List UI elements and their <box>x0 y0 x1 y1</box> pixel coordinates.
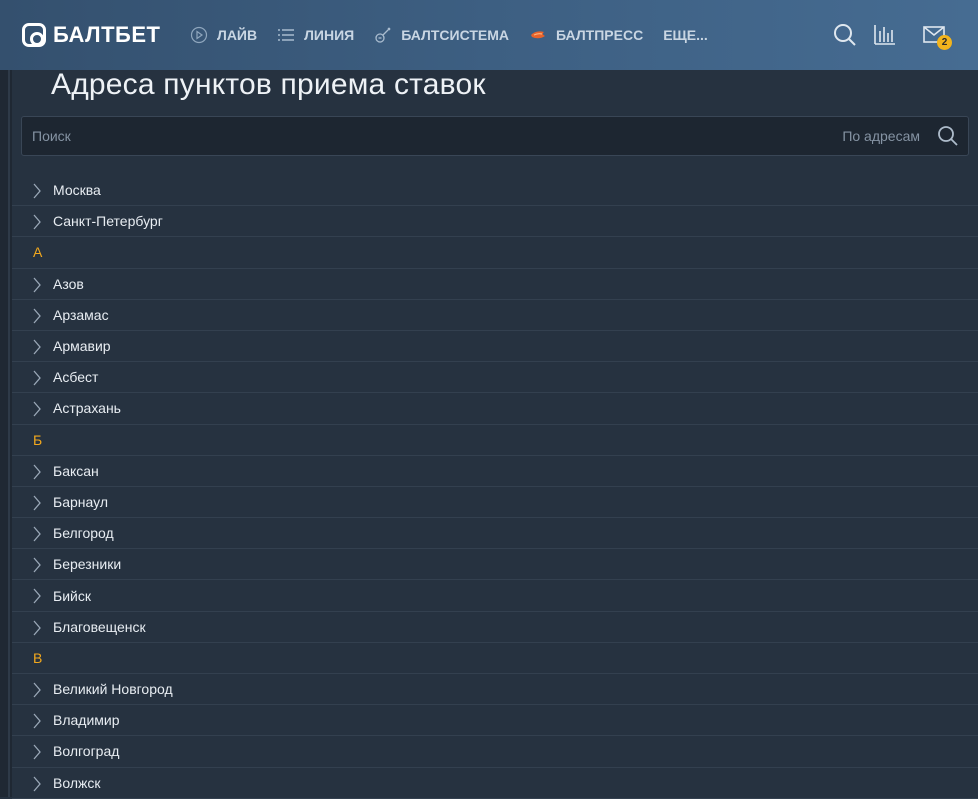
city-name: Благовещенск <box>53 618 146 635</box>
guitar-icon <box>374 26 392 44</box>
letter-label: Б <box>33 431 43 448</box>
nav-label-more: ЕЩЕ... <box>663 27 708 43</box>
chevron-right-icon <box>32 183 42 199</box>
nav-item-more[interactable]: ЕЩЕ... <box>663 0 708 70</box>
chevron-right-icon <box>32 713 42 729</box>
nav-item-baltsistema[interactable]: БАЛТСИСТЕМА <box>374 0 509 70</box>
city-row[interactable]: Благовещенск <box>12 612 978 643</box>
city-name: Санкт-Петербург <box>53 213 163 230</box>
city-row[interactable]: Санкт-Петербург <box>12 206 978 238</box>
city-row[interactable]: Москва <box>12 175 978 207</box>
statistics-icon[interactable] <box>872 22 898 48</box>
city-row[interactable]: Барнаул <box>12 487 978 519</box>
letter-label: В <box>33 649 43 666</box>
nav-item-live[interactable]: ЛАЙВ <box>190 0 257 70</box>
city-row[interactable]: Армавир <box>12 331 978 363</box>
city-name: Великий Новгород <box>53 681 173 698</box>
letter-label: А <box>33 244 43 261</box>
chevron-right-icon <box>32 557 42 573</box>
city-row[interactable]: Астрахань <box>12 393 978 425</box>
chevron-right-icon <box>32 370 42 386</box>
nav-label-live: ЛАЙВ <box>217 27 258 43</box>
chevron-right-icon <box>32 620 42 636</box>
chevron-right-icon <box>32 526 42 542</box>
main-nav: ЛАЙВ ЛИНИЯ БАЛТСИСТЕМА БАЛТПРЕСС ЕЩЕ... <box>190 0 728 70</box>
search-bar: По адресам <box>21 116 969 156</box>
city-name: Астрахань <box>53 400 121 417</box>
city-name: Арзамас <box>53 306 109 323</box>
city-row[interactable]: Баксан <box>12 456 978 487</box>
city-name: Армавир <box>53 338 111 355</box>
city-name: Волгоград <box>53 743 120 760</box>
search-mode-selector[interactable]: По адресам <box>842 128 920 144</box>
city-name: Москва <box>53 182 101 199</box>
list-icon <box>277 26 295 44</box>
letter-group-header: В <box>12 643 978 674</box>
city-row[interactable]: Асбест <box>12 362 978 394</box>
chevron-right-icon <box>32 495 42 511</box>
nav-label-baltpress: БАЛТПРЕСС <box>556 27 644 43</box>
page-title: Адреса пунктов приема ставок <box>51 68 486 101</box>
nav-label-baltsistema: БАЛТСИСТЕМА <box>401 27 510 43</box>
letter-group-header: А <box>12 237 978 269</box>
chevron-right-icon <box>32 277 42 293</box>
chevron-right-icon <box>32 464 42 480</box>
city-name: Белгород <box>53 525 114 542</box>
city-name: Барнаул <box>53 493 108 510</box>
city-list: Москва Санкт-Петербург А Азов Арзамас Армавир… <box>12 175 978 799</box>
city-name: Азов <box>53 275 84 292</box>
logo-icon <box>22 23 46 47</box>
city-name: Баксан <box>53 462 99 479</box>
letter-group-header: Б <box>12 425 978 456</box>
play-circle-icon <box>190 26 208 44</box>
nav-item-line[interactable]: ЛИНИЯ <box>277 0 354 70</box>
city-row[interactable]: Арзамас <box>12 300 978 331</box>
city-row[interactable]: Белгород <box>12 518 978 550</box>
chevron-right-icon <box>32 401 42 417</box>
press-flame-icon <box>529 26 547 44</box>
chevron-right-icon <box>32 682 42 698</box>
nav-label-line: ЛИНИЯ <box>304 27 355 43</box>
city-name: Владимир <box>53 712 120 729</box>
logo[interactable]: БАЛТБЕТ <box>22 22 160 48</box>
chevron-right-icon <box>32 776 42 792</box>
city-row[interactable]: Березники <box>12 549 978 581</box>
city-name: Волжск <box>53 774 101 791</box>
city-name: Асбест <box>53 369 99 386</box>
chevron-right-icon <box>32 339 42 355</box>
nav-item-baltpress[interactable]: БАЛТПРЕСС <box>529 0 643 70</box>
chevron-right-icon <box>32 214 42 230</box>
city-row[interactable]: Волгоград <box>12 736 978 768</box>
search-input[interactable] <box>32 117 732 155</box>
left-sidebar-edge <box>0 70 12 797</box>
city-row[interactable]: Владимир <box>12 705 978 737</box>
city-row[interactable]: Волжск <box>12 768 978 799</box>
mail-count-badge: 2 <box>937 35 952 50</box>
top-header: БАЛТБЕТ ЛАЙВ ЛИНИЯ БАЛТСИСТЕМА БАЛТПРЕСС <box>0 0 978 70</box>
logo-text: БАЛТБЕТ <box>53 22 161 47</box>
city-row[interactable]: Бийск <box>12 580 978 612</box>
mail-button[interactable]: 2 <box>922 22 952 50</box>
chevron-right-icon <box>32 588 42 604</box>
chevron-right-icon <box>32 308 42 324</box>
chevron-right-icon <box>32 744 42 760</box>
city-row[interactable]: Азов <box>12 269 978 300</box>
header-search-icon[interactable] <box>832 22 858 48</box>
city-name: Бийск <box>53 587 91 604</box>
city-row[interactable]: Великий Новгород <box>12 674 978 706</box>
city-name: Березники <box>53 556 122 573</box>
search-submit-icon[interactable] <box>937 125 959 147</box>
